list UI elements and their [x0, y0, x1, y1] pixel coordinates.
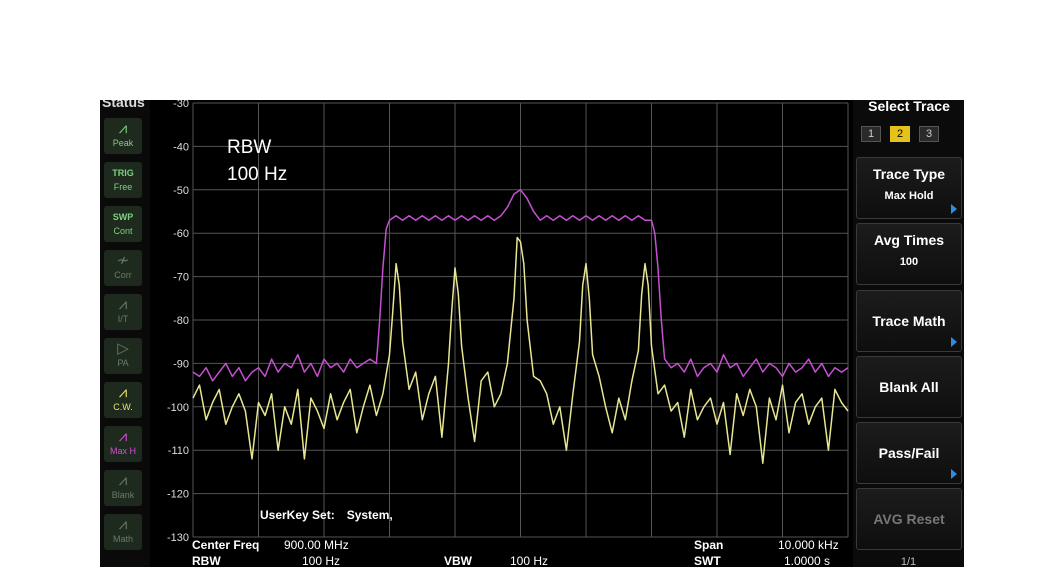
trace-1-button[interactable]: 1 — [861, 126, 881, 142]
status-button-label: Peak — [112, 138, 134, 148]
span-label: Span — [694, 538, 724, 552]
status-panel: Status ⩘ Peak TRIG Free SWP Cont ≁ Corr ⩘ I/T ▷ PA ⩘… — [100, 100, 150, 567]
max-hold-icon: ⩘ — [118, 428, 128, 445]
trace-3-button[interactable]: 3 — [919, 126, 939, 142]
y-tick-label: -80 — [173, 315, 189, 327]
correction-icon: ≁ — [116, 252, 130, 269]
impedance-icon: ⩘ — [118, 296, 128, 313]
blank-all-button[interactable]: Blank All — [856, 356, 962, 418]
status-button-label: Math — [112, 534, 133, 544]
swt-value: 1.0000 s — [784, 554, 831, 567]
swt-label: SWT — [694, 554, 721, 567]
submenu-arrow-icon — [951, 204, 957, 214]
submenu-arrow-icon — [951, 337, 957, 347]
blank-all-label: Blank All — [879, 379, 939, 395]
trace-math-button[interactable]: Trace Math — [856, 290, 962, 352]
status-button-label: Cont — [113, 226, 133, 236]
y-tick-label: -90 — [173, 358, 189, 370]
vbw-value: 100 Hz — [510, 554, 549, 567]
status-button-math[interactable]: ⩘ Math — [104, 514, 142, 550]
rbw-annotation: RBW 100 Hz — [227, 134, 287, 188]
status-button-label: I/T — [117, 314, 129, 324]
status-panel-title: Status — [102, 100, 145, 110]
math-icon: ⩘ — [118, 516, 128, 533]
clear-write-icon: ⩘ — [118, 384, 128, 401]
status-button-peak[interactable]: ⩘ Peak — [104, 118, 142, 154]
status-button-corr[interactable]: ≁ Corr — [104, 250, 142, 286]
avg-times-value: 100 — [899, 256, 919, 268]
trace-selector: 123 — [861, 124, 948, 142]
trace-type-button[interactable]: Trace Type Max Hold — [856, 157, 962, 219]
y-tick-label: -40 — [173, 141, 189, 153]
page-indicator: 1/1 — [900, 556, 917, 567]
status-button-max-h[interactable]: ⩘ Max H — [104, 426, 142, 462]
userkey-label: UserKey Set: — [260, 508, 335, 522]
status-button-free[interactable]: TRIG Free — [104, 162, 142, 198]
trigger-icon: TRIG — [112, 168, 134, 178]
select-trace-title: Select Trace — [868, 100, 950, 114]
blank-icon: ⩘ — [118, 472, 128, 489]
status-button-c-w-[interactable]: ⩘ C.W. — [104, 382, 142, 418]
y-tick-label: -110 — [168, 445, 189, 457]
center-freq-value: 900.00 MHz — [284, 538, 349, 552]
rbw-annotation-line1: RBW — [227, 137, 272, 158]
trace-math-label: Trace Math — [872, 313, 946, 329]
y-tick-label: -60 — [173, 228, 189, 240]
avg-reset-label: AVG Reset — [873, 511, 945, 527]
y-tick-label: -50 — [173, 185, 189, 197]
trace-type-label: Trace Type — [872, 166, 946, 182]
trace-2-button[interactable]: 2 — [890, 126, 910, 142]
status-button-label: PA — [117, 358, 129, 368]
center-freq-label: Center Freq — [192, 538, 260, 552]
status-button-i-t[interactable]: ⩘ I/T — [104, 294, 142, 330]
rbw-value: 100 Hz — [302, 554, 341, 567]
y-tick-label: -120 — [167, 489, 189, 501]
status-button-label: Corr — [114, 270, 132, 280]
sweep-icon: SWP — [112, 212, 134, 222]
y-tick-label: -30 — [173, 100, 189, 110]
softkey-menu: Select Trace 123 Trace Type Max Hold Avg… — [853, 100, 964, 567]
avg-times-button[interactable]: Avg Times 100 — [856, 223, 962, 285]
pass-fail-label: Pass/Fail — [878, 445, 940, 461]
userkey-value: System, — [346, 508, 393, 522]
y-tick-label: -100 — [167, 402, 189, 414]
span-value: 10.000 kHz — [778, 538, 839, 552]
status-button-label: Free — [113, 182, 133, 192]
vbw-label: VBW — [444, 554, 472, 567]
submenu-arrow-icon — [951, 469, 957, 479]
status-button-cont[interactable]: SWP Cont — [104, 206, 142, 242]
userkey-set: UserKey Set: System, — [260, 508, 405, 522]
analyzer-screen: Status ⩘ Peak TRIG Free SWP Cont ≁ Corr ⩘ I/T ▷ PA ⩘… — [100, 100, 964, 567]
peak-icon: ⩘ — [118, 120, 128, 137]
status-button-label: C.W. — [113, 402, 133, 412]
status-button-label: Blank — [111, 490, 135, 500]
rbw-annotation-line2: 100 Hz — [227, 164, 288, 185]
rbw-label: RBW — [192, 554, 221, 567]
y-tick-label: -130 — [167, 532, 189, 544]
pass-fail-button[interactable]: Pass/Fail — [856, 422, 962, 484]
preamp-icon: ▷ — [117, 340, 129, 357]
status-button-pa[interactable]: ▷ PA — [104, 338, 142, 374]
avg-times-label: Avg Times — [873, 232, 945, 248]
y-tick-label: -70 — [173, 272, 189, 284]
status-button-label: Max H — [109, 446, 136, 456]
avg-reset-button[interactable]: AVG Reset — [856, 488, 962, 550]
trace-type-value: Max Hold — [884, 190, 934, 202]
status-button-blank[interactable]: ⩘ Blank — [104, 470, 142, 506]
